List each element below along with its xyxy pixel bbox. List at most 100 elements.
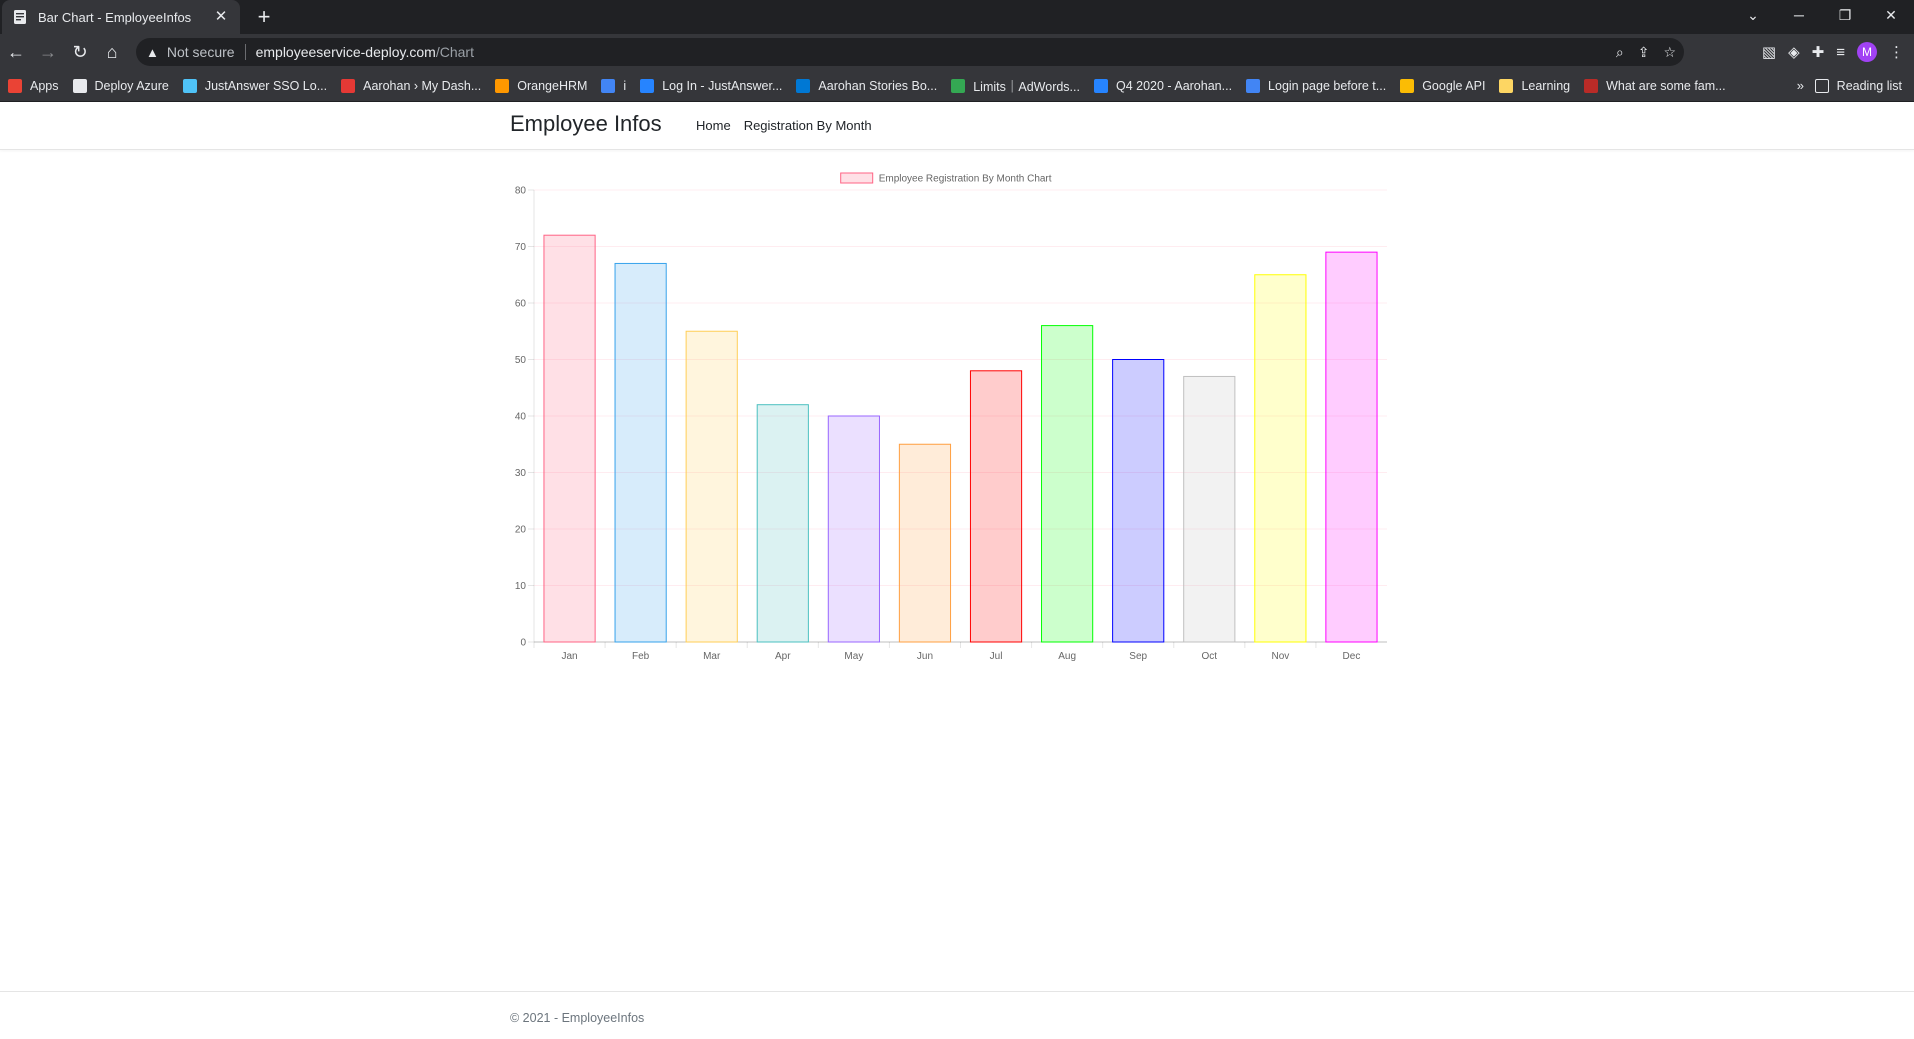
warning-triangle-icon[interactable]: ▲ [146,45,159,60]
security-label[interactable]: Not secure [167,44,235,60]
bookmark-item[interactable]: What are some fam... [1584,78,1726,93]
extension-image-icon[interactable]: ▧ [1762,43,1776,61]
bookmark-label: What are some fam... [1606,78,1726,93]
bookmark-favicon-icon [495,78,510,93]
address-bar[interactable]: ▲ Not secure employeeservice-deploy.com … [136,38,1684,66]
close-window-button[interactable]: ✕ [1868,0,1914,30]
legend-label: Employee Registration By Month Chart [879,174,1052,185]
bar [543,234,596,643]
legend-swatch [840,172,874,184]
bookmark-label: Limits｜AdWords... [973,80,1080,94]
bookmark-favicon-icon [341,78,356,93]
reading-list-icon [1814,79,1829,93]
bookmark-item[interactable]: i [601,78,627,93]
bar-chart: Employee Registration By Month Chart 0 10 2… [515,172,1387,662]
y-tick-label: 40 [515,412,527,423]
profile-avatar[interactable]: M [1857,42,1877,62]
bookmark-label: Google API [1422,78,1486,93]
bookmark-label: JustAnswer SSO Lo... [204,78,328,93]
bookmark-item[interactable]: Aarohan › My Dash... [341,78,481,93]
bookmark-favicon-icon [640,78,655,93]
bookmark-favicon-icon [1584,78,1599,93]
bookmark-item[interactable]: Aarohan Stories Bo... [796,78,938,93]
bookmark-item[interactable]: Login page before t... [1246,78,1386,93]
nav-registration-link[interactable]: Registration By Month [744,118,872,133]
x-tick-label: Jul [990,651,1003,662]
share-icon[interactable]: ⇪ [1638,44,1650,61]
bookmark-item[interactable]: Deploy Azure [72,78,169,93]
browser-tab-active[interactable]: Bar Chart - EmployeeInfos ✕ [2,0,240,34]
bar [1325,251,1378,643]
bookmark-item[interactable]: Apps [8,78,59,93]
url-host: employeeservice-deploy.com [255,44,436,60]
site-brand[interactable]: Employee Infos [510,111,662,137]
restore-button[interactable]: ❐ [1822,0,1868,30]
back-arrow-icon[interactable]: ← [0,36,32,68]
nav-home-link[interactable]: Home [696,118,731,133]
tab-close-icon[interactable]: ✕ [212,8,230,26]
menu-kebab-icon[interactable]: ⋮ [1889,43,1904,61]
tab-search-icon[interactable]: ⌄ [1730,0,1776,30]
site-nav: Home Registration By Month [696,118,872,133]
bar [614,262,667,643]
bookmark-favicon-icon [951,78,966,93]
browser-tab-strip: Bar Chart - EmployeeInfos ✕ + ⌄ ─ ❐ ✕ [0,0,1914,34]
bar [898,443,952,643]
new-tab-button[interactable]: + [252,5,276,29]
forward-arrow-icon[interactable]: → [32,36,64,68]
bookmark-favicon-icon [796,78,811,93]
browser-toolbar: ← → ↻ ⌂ ▲ Not secure employeeservice-dep… [0,34,1914,70]
bookmark-item[interactable]: Learning [1499,78,1570,93]
bar [827,415,880,643]
reload-icon[interactable]: ↻ [64,36,96,68]
bookmark-favicon-icon [1400,78,1415,93]
web-page: Employee Infos Home Registration By Mont… [0,102,1914,1039]
extensions-puzzle-icon[interactable]: ✚ [1812,43,1825,61]
home-icon[interactable]: ⌂ [96,36,128,68]
bookmark-favicon-icon [1499,78,1514,93]
bar [969,370,1023,643]
bookmark-favicon-icon [1093,78,1108,93]
bookmark-label: Apps [30,78,59,93]
bar [1254,274,1307,643]
site-navbar: Employee Infos Home Registration By Mont… [0,102,1914,150]
y-tick-label: 60 [515,299,527,310]
bookmark-favicon-icon [601,78,616,93]
url-path: /Chart [435,44,474,60]
bookmark-item[interactable]: JustAnswer SSO Lo... [182,78,328,93]
bookmark-item[interactable]: Google API [1400,78,1486,93]
omnibox-actions: ⌕ ⇪ ☆ [1616,38,1676,66]
x-tick-label: Jan [561,651,577,662]
x-tick-label: Nov [1271,651,1289,662]
minimize-button[interactable]: ─ [1776,0,1822,30]
bookmark-star-icon[interactable]: ☆ [1663,44,1676,61]
bookmark-label: i [623,78,627,93]
bookmark-label: Q4 2020 - Aarohan... [1115,78,1233,93]
bookmarks-overflow-icon[interactable]: » [1797,78,1804,93]
x-tick-label: Dec [1343,651,1361,662]
bookmark-item[interactable]: Log In - JustAnswer... [640,78,782,93]
extensions-area: ▧ ◈ ✚ ≡ M ⋮ [1762,38,1904,66]
x-tick-label: Oct [1202,651,1218,662]
bookmark-item[interactable]: Limits｜AdWords... [951,76,1080,95]
y-tick-label: 20 [515,525,527,536]
bookmark-label: Aarohan Stories Bo... [818,78,938,93]
y-tick-label: 50 [515,355,527,366]
bookmark-item[interactable]: OrangeHRM [495,78,587,93]
media-queue-icon[interactable]: ≡ [1836,44,1845,61]
y-tick-label: 30 [515,468,527,479]
reading-list-button[interactable]: Reading list [1814,70,1902,101]
zoom-icon[interactable]: ⌕ [1616,44,1624,61]
x-tick-label: May [844,651,863,662]
bar [756,404,809,643]
bookmark-item[interactable]: Q4 2020 - Aarohan... [1093,78,1233,93]
page-favicon-icon [14,10,26,24]
bookmark-favicon-icon [1246,78,1261,93]
x-tick-label: Apr [775,651,791,662]
reading-list-label: Reading list [1836,79,1902,93]
bar [1183,375,1236,643]
extension-shield-icon[interactable]: ◈ [1788,43,1800,61]
x-tick-label: Aug [1058,651,1076,662]
y-tick-label: 80 [515,186,527,197]
x-tick-label: Jun [917,651,933,662]
